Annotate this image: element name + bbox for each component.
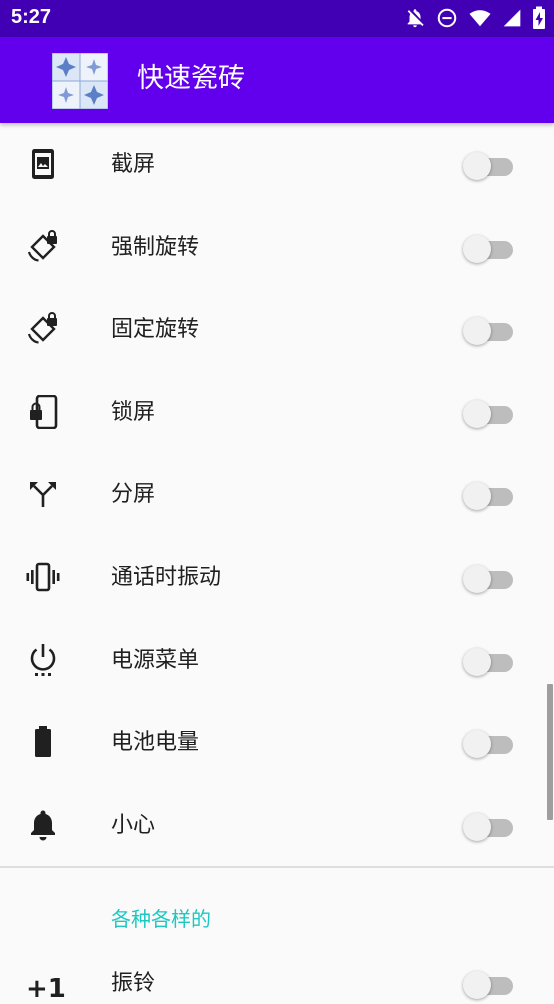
tile-row-force-rotation[interactable]: 强制旋转 [0, 206, 554, 289]
signal-icon [502, 7, 522, 29]
app-title: 快速瓷砖 [137, 63, 245, 94]
screen-lock-rotation-icon [26, 229, 60, 264]
do-not-disturb-icon [436, 7, 458, 29]
wifi-icon [468, 7, 492, 29]
screenshot-icon [26, 147, 60, 181]
section-divider [0, 866, 554, 868]
ringer-plus-one-icon: +1 [26, 974, 66, 1004]
tile-label: 通话时振动 [111, 564, 222, 590]
tile-switch[interactable] [463, 234, 515, 263]
tile-switch[interactable] [463, 970, 515, 999]
tile-label: 电源菜单 [111, 647, 200, 673]
screen-lock-rotation-icon [26, 312, 60, 346]
tile-label: 强制旋转 [111, 234, 200, 260]
vibration-icon [26, 560, 60, 594]
tile-label: 分屏 [111, 482, 156, 508]
tile-switch[interactable] [463, 647, 515, 676]
tile-switch[interactable] [463, 564, 515, 593]
status-icons [404, 6, 546, 30]
tile-list: 截屏 强制旋转 固定旋转 锁屏 分屏 通话时振动 电源菜单 电池电量 小心 [0, 123, 554, 866]
tile-label: 截屏 [111, 152, 156, 177]
tile-switch[interactable] [463, 151, 515, 180]
app-tile-icon [51, 52, 109, 110]
tile-row-ringer[interactable]: +1 振铃 [0, 960, 554, 1004]
tile-switch[interactable] [463, 399, 515, 428]
tile-row-caution[interactable]: 小心 [0, 784, 554, 867]
tile-label: 锁屏 [111, 399, 156, 425]
scrollbar[interactable] [547, 684, 553, 820]
bell-icon [26, 808, 60, 842]
status-time: 5:27 [11, 6, 52, 28]
tile-row-call-vibrate[interactable]: 通话时振动 [0, 536, 554, 619]
tile-label: 固定旋转 [111, 317, 200, 343]
tile-switch[interactable] [463, 316, 515, 346]
tile-label: 电池电量 [111, 730, 200, 756]
power-menu-icon [26, 643, 60, 677]
status-bar: 5:27 [0, 0, 554, 37]
tile-row-power-menu[interactable]: 电源菜单 [0, 619, 554, 702]
split-screen-icon [26, 477, 60, 511]
tile-switch[interactable] [463, 729, 515, 759]
app-bar: 快速瓷砖 [0, 37, 554, 123]
tile-label: 小心 [111, 812, 156, 838]
tile-row-screenshot[interactable]: 截屏 [0, 123, 554, 206]
phone-lock-icon [26, 394, 60, 429]
tile-switch[interactable] [463, 481, 515, 511]
tile-switch[interactable] [463, 812, 515, 841]
section-header: 各种各样的 [111, 907, 211, 931]
notifications-off-icon [404, 7, 426, 29]
tile-label: 振铃 [111, 971, 156, 996]
battery-icon [26, 725, 60, 759]
tile-row-split-screen[interactable]: 分屏 [0, 453, 554, 536]
tile-row-fixed-rotation[interactable]: 固定旋转 [0, 288, 554, 371]
battery-charging-icon [532, 6, 546, 30]
tile-row-battery-level[interactable]: 电池电量 [0, 701, 554, 784]
tile-row-lock-screen[interactable]: 锁屏 [0, 371, 554, 454]
